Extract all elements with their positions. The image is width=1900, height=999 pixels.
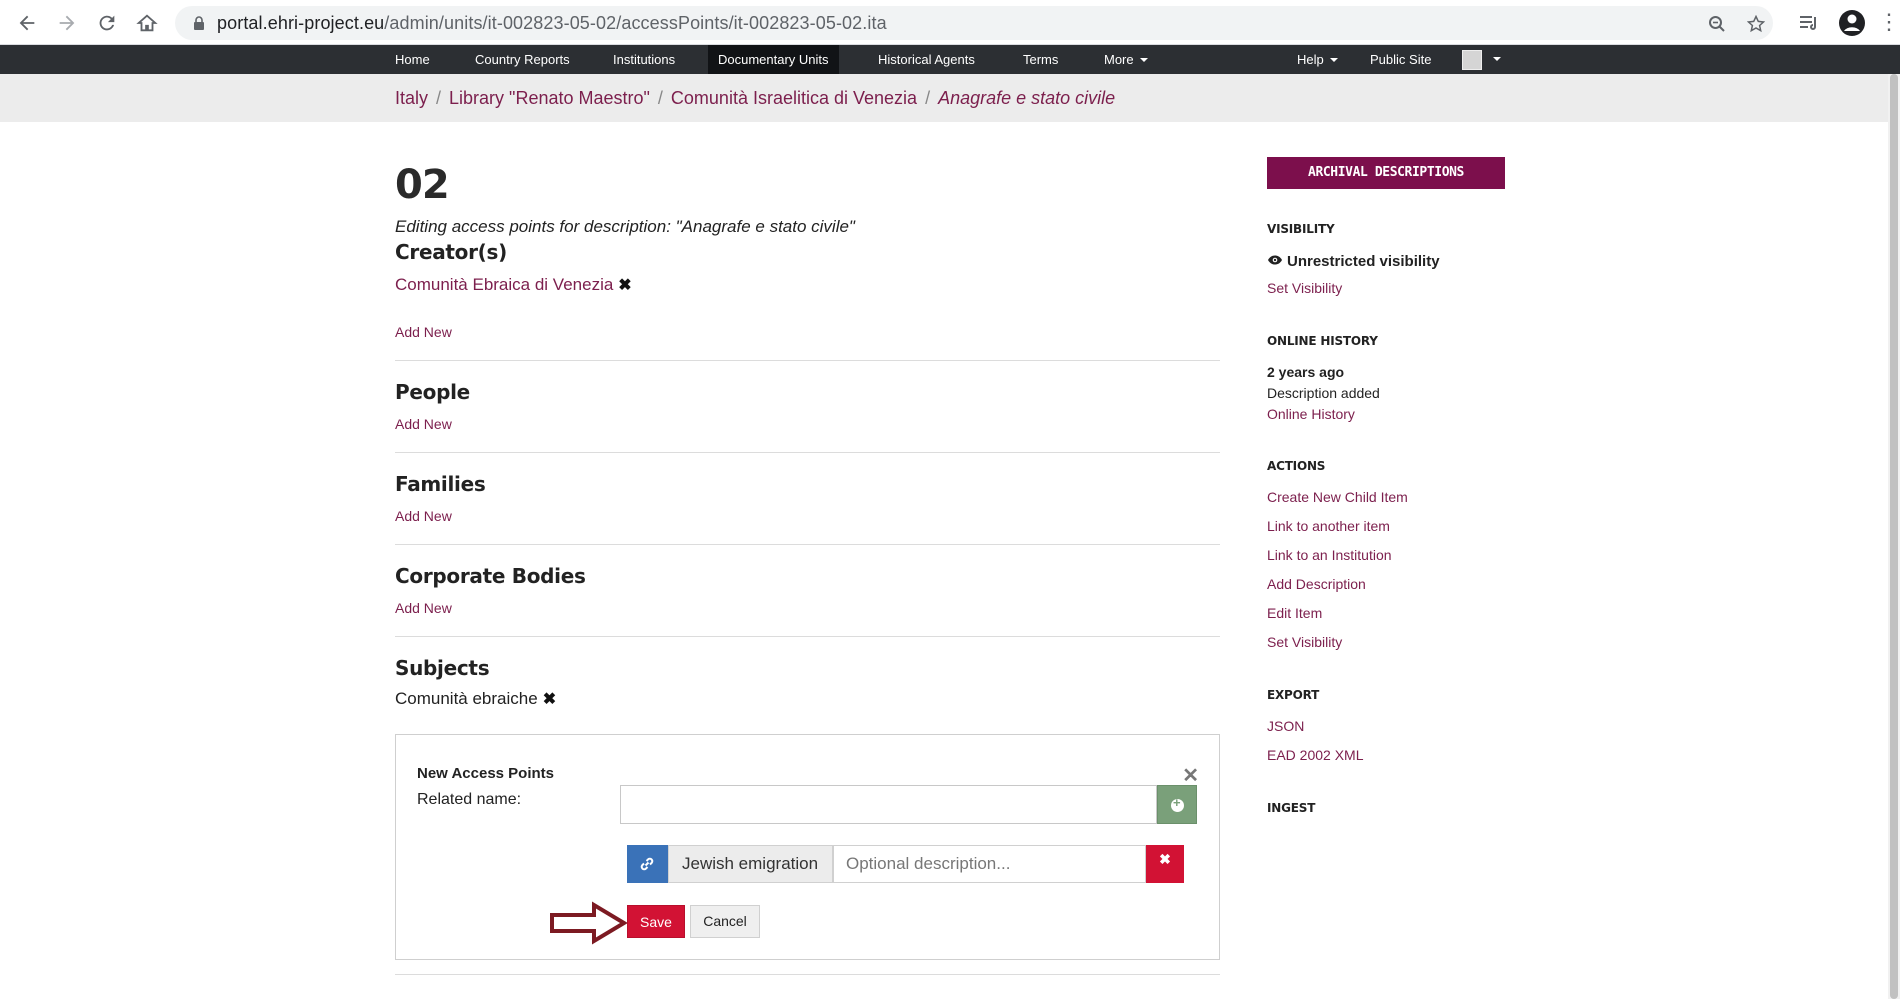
nav-more-label: More (1104, 52, 1134, 67)
link-icon (640, 857, 654, 871)
breadcrumb-current: Anagrafe e stato civile (938, 88, 1116, 108)
plus-circle-icon (1171, 795, 1184, 812)
url-text: portal.ehri-project.eu/admin/units/it-00… (217, 13, 887, 33)
creator-link[interactable]: Comunità Ebraica di Venezia (395, 275, 613, 294)
action-create-child[interactable]: Create New Child Item (1267, 489, 1408, 505)
subjects-heading: Subjects (395, 656, 490, 680)
divider (395, 452, 1220, 453)
visibility-heading: VISIBILITY (1267, 222, 1335, 236)
page-subtitle: Editing access points for description: "… (395, 217, 855, 236)
ingest-heading: INGEST (1267, 801, 1316, 815)
creators-heading: Creator(s) (395, 240, 507, 264)
remove-icon[interactable]: ✖ (618, 275, 631, 295)
subject-entry: Comunità ebraiche ✖ (395, 689, 556, 709)
breadcrumb-bar: Italy / Library "Renato Maestro" / Comunità … (0, 74, 1900, 122)
address-bar[interactable]: portal.ehri-project.eu/admin/units/it-00… (175, 6, 1773, 40)
nav-terms[interactable]: Terms (1013, 45, 1068, 74)
back-icon[interactable] (12, 8, 42, 38)
menu-kebab-icon[interactable]: ⋮ (1878, 8, 1900, 38)
breadcrumb-separator: / (436, 88, 442, 108)
selected-term: Jewish emigration (668, 845, 833, 883)
breadcrumb-separator: / (925, 88, 931, 108)
remove-icon[interactable]: ✖ (543, 689, 556, 709)
visibility-status-label: Unrestricted visibility (1287, 253, 1440, 270)
reading-list-icon[interactable] (1797, 8, 1827, 38)
nav-historical-agents[interactable]: Historical Agents (868, 45, 985, 74)
nav-more[interactable]: More (1094, 45, 1158, 74)
breadcrumb-item-italy[interactable]: Italy (395, 88, 428, 108)
related-name-input[interactable] (620, 785, 1157, 824)
bookmark-star-icon[interactable] (1747, 15, 1765, 33)
creators-add-new[interactable]: Add New (395, 324, 452, 340)
divider (395, 636, 1220, 637)
families-heading: Families (395, 472, 486, 496)
nav-institutions[interactable]: Institutions (603, 45, 685, 74)
creator-entry: Comunità Ebraica di Venezia ✖ (395, 275, 632, 295)
nav-country-reports[interactable]: Country Reports (465, 45, 580, 74)
profile-icon[interactable] (1837, 8, 1867, 38)
people-add-new[interactable]: Add New (395, 416, 452, 432)
actions-heading: ACTIONS (1267, 459, 1326, 473)
scrollbar-thumb[interactable] (1890, 74, 1898, 999)
divider (395, 544, 1220, 545)
form-title: New Access Points (417, 765, 554, 782)
cancel-button[interactable]: Cancel (690, 905, 760, 938)
chevron-down-icon (1493, 57, 1501, 61)
chevron-down-icon (1329, 58, 1338, 62)
corporate-bodies-heading: Corporate Bodies (395, 564, 586, 588)
avatar (1462, 50, 1482, 70)
action-set-visibility[interactable]: Set Visibility (1267, 634, 1342, 650)
online-history-link[interactable]: Online History (1267, 406, 1355, 422)
corporate-bodies-add-new[interactable]: Add New (395, 600, 452, 616)
action-edit-item[interactable]: Edit Item (1267, 605, 1322, 621)
browser-toolbar: portal.ehri-project.eu/admin/units/it-00… (0, 0, 1900, 45)
people-heading: People (395, 380, 470, 404)
nav-home[interactable]: Home (385, 45, 440, 74)
save-button[interactable]: Save (627, 905, 685, 938)
forward-icon[interactable] (52, 8, 82, 38)
top-navigation: Home Country Reports Institutions Docume… (0, 45, 1900, 74)
set-visibility-link[interactable]: Set Visibility (1267, 280, 1342, 296)
history-event: Description added (1267, 385, 1380, 401)
action-add-description[interactable]: Add Description (1267, 576, 1366, 592)
related-name-label: Related name: (417, 791, 522, 808)
subject-label: Comunità ebraiche (395, 689, 538, 708)
page-title: 02 (395, 162, 450, 208)
breadcrumb-separator: / (657, 88, 663, 108)
breadcrumb-item-library[interactable]: Library "Renato Maestro" (449, 88, 650, 108)
history-time: 2 years ago (1267, 364, 1345, 380)
new-access-points-form: New Access Points ✕ Related name: Jewish… (395, 734, 1220, 960)
export-heading: EXPORT (1267, 688, 1320, 702)
breadcrumb: Italy / Library "Renato Maestro" / Comunità … (395, 88, 1115, 109)
action-link-institution[interactable]: Link to an Institution (1267, 547, 1392, 563)
link-button[interactable] (627, 845, 668, 883)
lock-icon (194, 16, 204, 30)
chevron-down-icon (1139, 58, 1148, 62)
eye-icon (1268, 255, 1282, 265)
nav-documentary-units[interactable]: Documentary Units (708, 45, 839, 74)
arrow-right-icon (550, 901, 628, 945)
online-history-heading: ONLINE HISTORY (1267, 334, 1378, 348)
breadcrumb-item-community[interactable]: Comunità Israelitica di Venezia (671, 88, 917, 108)
export-json[interactable]: JSON (1267, 718, 1304, 734)
archival-descriptions-button[interactable]: ARCHIVAL DESCRIPTIONS (1267, 157, 1505, 189)
nav-help[interactable]: Help (1287, 45, 1348, 74)
home-icon[interactable] (132, 8, 162, 38)
nav-public-site[interactable]: Public Site (1360, 45, 1441, 74)
action-link-item[interactable]: Link to another item (1267, 518, 1390, 534)
zoom-icon[interactable] (1708, 15, 1726, 33)
divider (395, 360, 1220, 361)
export-ead[interactable]: EAD 2002 XML (1267, 747, 1364, 763)
divider (395, 974, 1220, 975)
add-related-name-button[interactable] (1157, 785, 1197, 824)
scrollbar[interactable] (1888, 74, 1900, 999)
reload-icon[interactable] (92, 8, 122, 38)
user-menu[interactable] (1454, 45, 1504, 74)
remove-access-point-button[interactable]: ✖ (1146, 845, 1184, 883)
visibility-status: Unrestricted visibility (1267, 253, 1440, 270)
families-add-new[interactable]: Add New (395, 508, 452, 524)
description-input[interactable]: Optional description... (833, 845, 1146, 883)
nav-help-label: Help (1297, 52, 1324, 67)
